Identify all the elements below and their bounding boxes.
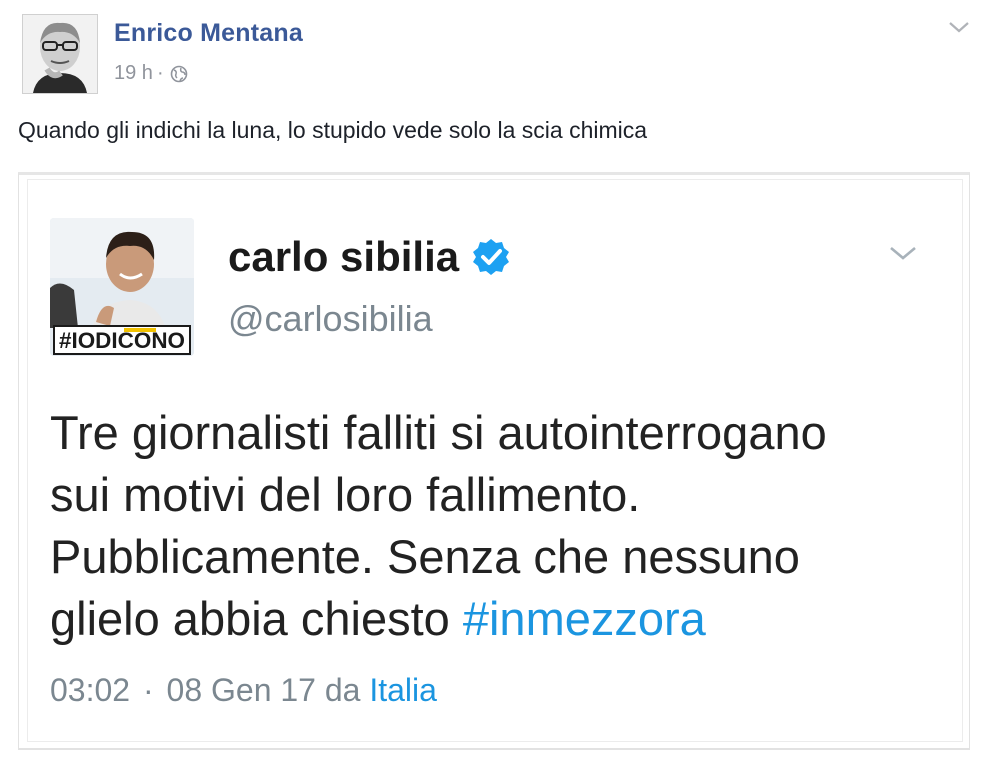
tweet-handle[interactable]: @carlosibilia bbox=[228, 298, 433, 340]
hashtag-link[interactable]: #inmezzora bbox=[463, 592, 706, 645]
globe-icon[interactable] bbox=[170, 65, 188, 83]
tweet-line-4-text: glielo abbia chiesto bbox=[50, 592, 450, 645]
tweet-chevron-down-icon[interactable] bbox=[886, 242, 920, 264]
tweet-time: 03:02 bbox=[50, 672, 131, 708]
post-time[interactable]: 19 h bbox=[114, 62, 153, 85]
author-name[interactable]: Enrico Mentana bbox=[114, 19, 303, 48]
post-text: Quando gli indichi la luna, lo stupido v… bbox=[18, 117, 648, 143]
tweet-avatar[interactable]: #IODICONO bbox=[50, 218, 194, 356]
post-meta: 19 h · bbox=[114, 62, 188, 85]
tweet-text: Tre giornalisti falliti si autointerroga… bbox=[50, 402, 960, 650]
tweet-date: 08 Gen 17 bbox=[166, 672, 316, 708]
tweet-line-1: Tre giornalisti falliti si autointerroga… bbox=[50, 406, 827, 459]
tweet-name-text[interactable]: carlo sibilia bbox=[228, 233, 459, 281]
tweet-author-name[interactable]: carlo sibilia bbox=[228, 233, 511, 281]
tweet-line-3: Pubblicamente. Senza che nessuno bbox=[50, 530, 800, 583]
tweet-line-2: sui motivi del loro fallimento. bbox=[50, 468, 641, 521]
chevron-down-icon[interactable] bbox=[946, 18, 972, 36]
verified-badge-icon bbox=[473, 239, 510, 275]
tweet-from-label: da bbox=[324, 672, 361, 708]
tweet-line-4: glielo abbia chiesto #inmezzora bbox=[50, 588, 960, 650]
tweet-meta-separator: · bbox=[142, 672, 154, 708]
post-header: Enrico Mentana 19 h · bbox=[0, 0, 990, 110]
avatar-badge-text: #IODICONO bbox=[59, 328, 185, 353]
meta-separator: · bbox=[156, 62, 164, 84]
tweet-meta: 03:02 · 08 Gen 17 da Italia bbox=[50, 672, 437, 709]
author-avatar[interactable] bbox=[22, 14, 98, 94]
tweet-location-link[interactable]: Italia bbox=[369, 672, 437, 708]
